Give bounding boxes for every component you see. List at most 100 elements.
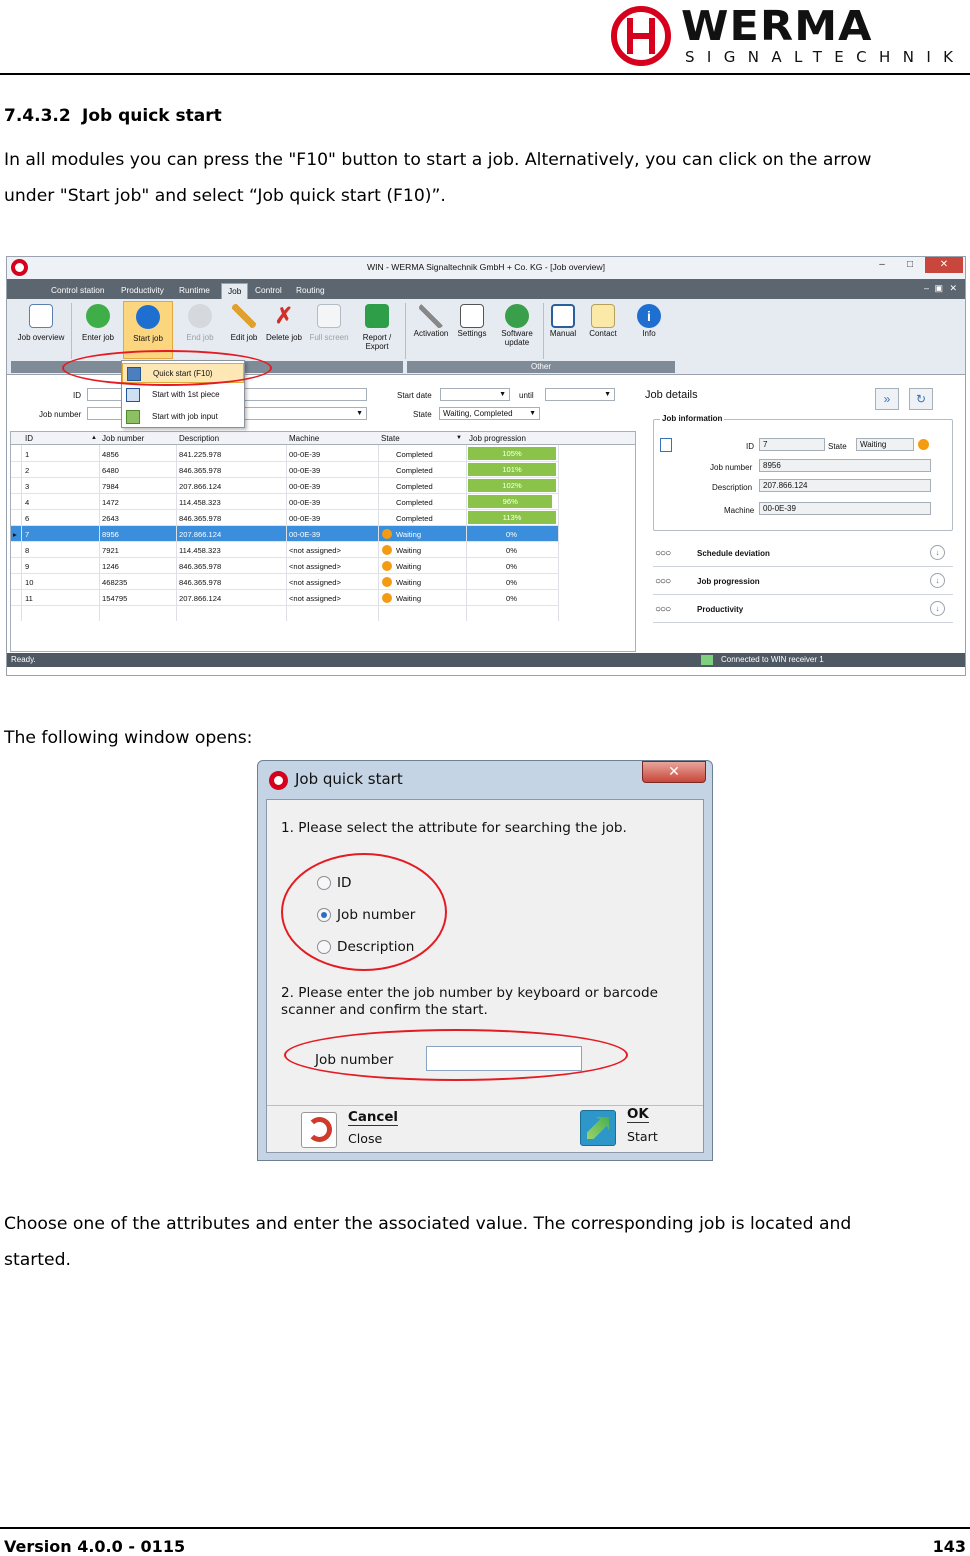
table-cell-desc: 846.365.978 — [179, 578, 222, 587]
enter-job-button[interactable]: Enter job — [73, 301, 123, 359]
table-row[interactable]: 9 1246 846.365.978 <not assigned> Waiting 0% — [11, 558, 558, 574]
cancel-button[interactable] — [301, 1112, 337, 1148]
activation-button[interactable]: Activation — [409, 301, 453, 359]
detail-job-number-label: Job number — [710, 463, 753, 472]
refresh-icon[interactable]: ↻ — [909, 388, 933, 410]
cancel-button-sublabel: Close — [348, 1131, 383, 1146]
table-row[interactable]: ▸ 7 8956 207.866.124 00-0E-39 Waiting 0% — [11, 526, 558, 542]
table-cell-machine: 00-0E-39 — [289, 482, 321, 491]
column-header-job-number[interactable]: Job number — [102, 434, 144, 443]
tab-productivity[interactable]: Productivity — [115, 283, 170, 299]
section-job-progression-label: Job progression — [697, 577, 760, 586]
job-overview-button[interactable]: Job overview — [13, 301, 69, 359]
tab-routing[interactable]: Routing — [290, 283, 331, 299]
connection-indicator-icon — [701, 655, 713, 665]
section-job-progression[interactable]: ○○○ Job progression ↓ — [653, 568, 953, 595]
menu-item-start-with-1st-piece-label: Start with 1st piece — [152, 390, 220, 399]
filter-until-input[interactable]: ▼ — [545, 388, 615, 401]
column-header-state[interactable]: State — [381, 434, 400, 443]
filter-dropdown-icon[interactable]: ▼ — [456, 435, 462, 441]
fullscreen-icon — [317, 304, 341, 328]
menu-item-start-with-1st-piece[interactable]: Start with 1st piece — [122, 385, 244, 405]
tab-job[interactable]: Job — [221, 283, 249, 299]
cancel-button-label[interactable]: Cancel — [348, 1110, 399, 1126]
column-header-job-progression[interactable]: Job progression — [469, 434, 526, 443]
column-header-id[interactable]: ID — [25, 434, 33, 443]
intro-line-1: In all modules you can press the "F10" b… — [4, 150, 872, 170]
filter-start-date-input[interactable]: ▼ — [440, 388, 510, 401]
table-cell-id: 10 — [25, 578, 34, 587]
maximize-icon[interactable]: □ — [897, 257, 923, 273]
table-cell-id: 4 — [25, 498, 30, 507]
table-row[interactable]: 11 154795 207.866.124 <not assigned> Waiting… — [11, 590, 558, 606]
list-icon — [29, 304, 53, 328]
column-header-description[interactable]: Description — [179, 434, 219, 443]
table-row[interactable]: 4 1472 114.458.323 00-0E-39 Completed 96% — [11, 494, 558, 510]
status-text: Ready. — [11, 655, 36, 664]
table-cell-desc: 207.866.124 — [179, 594, 222, 603]
edit-job-button[interactable]: Edit job — [225, 301, 263, 359]
job-input-icon — [126, 410, 140, 424]
dialog-close-icon[interactable]: ✕ — [642, 761, 706, 783]
menu-item-start-with-job-input[interactable]: Start with job input — [122, 407, 244, 427]
traffic-light-icon: ○○○ — [655, 604, 671, 615]
column-header-machine[interactable]: Machine — [289, 434, 319, 443]
table-cell-desc: 846.365.978 — [179, 562, 222, 571]
table-row[interactable]: 6 2643 846.365.978 00-0E-39 Completed 113% — [11, 510, 558, 526]
full-screen-button[interactable]: Full screen — [305, 301, 353, 359]
report-export-button[interactable]: Report / Export — [353, 301, 401, 359]
traffic-light-icon: ○○○ — [655, 548, 671, 559]
software-update-button[interactable]: Software update — [493, 301, 541, 359]
report-export-label-line2: Export — [365, 342, 389, 351]
section-schedule-deviation[interactable]: ○○○ Schedule deviation ↓ — [653, 540, 953, 567]
bottom-strip — [7, 667, 965, 675]
info-label: Info — [642, 329, 656, 338]
menu-item-start-with-job-input-label: Start with job input — [152, 412, 218, 421]
table-cell-job: 2643 — [102, 514, 119, 523]
first-piece-icon — [126, 388, 140, 402]
table-cell-progress: 0% — [506, 530, 517, 539]
collapse-all-icon[interactable]: » — [875, 388, 899, 410]
ok-button[interactable] — [580, 1110, 616, 1146]
delete-x-icon: ✗ — [274, 303, 294, 328]
table-row[interactable]: 8 7921 114.458.323 <not assigned> Waiting 0% — [11, 542, 558, 558]
table-cell-state: Completed — [396, 482, 433, 491]
manual-button[interactable]: Manual — [545, 301, 581, 359]
expand-down-icon[interactable]: ↓ — [930, 601, 945, 616]
contact-note-icon — [591, 304, 615, 328]
tab-control[interactable]: Control — [249, 283, 288, 299]
app-window-title: WIN - WERMA Signaltechnik GmbH + Co. KG … — [366, 262, 606, 272]
table-row[interactable]: 3 7984 207.866.124 00-0E-39 Completed 102% — [11, 478, 558, 494]
table-cell-machine: <not assigned> — [289, 562, 341, 571]
sort-ascending-icon: ▲ — [91, 435, 97, 441]
report-export-label: Report / Export — [353, 333, 401, 351]
delete-job-button[interactable]: ✗ Delete job — [263, 301, 305, 359]
table-cell-desc: 207.866.124 — [179, 530, 222, 539]
close-icon[interactable]: ✕ — [925, 257, 963, 273]
section-productivity[interactable]: ○○○ Productivity ↓ — [653, 596, 953, 623]
mdi-restore-icon[interactable]: ▣ — [934, 283, 943, 294]
contact-button[interactable]: Contact — [583, 301, 623, 359]
tab-control-station[interactable]: Control station — [45, 283, 111, 299]
step1-text: 1. Please select the attribute for searc… — [281, 820, 627, 836]
table-cell-progress: 0% — [506, 594, 517, 603]
settings-button[interactable]: Settings — [453, 301, 491, 359]
section-schedule-deviation-label: Schedule deviation — [697, 549, 770, 558]
info-button[interactable]: i Info — [629, 301, 669, 359]
table-cell-machine: 00-0E-39 — [289, 466, 321, 475]
minimize-icon[interactable]: – — [869, 257, 895, 273]
tab-runtime[interactable]: Runtime — [173, 283, 216, 299]
ok-button-label[interactable]: OK — [627, 1107, 649, 1123]
table-cell-job: 4856 — [102, 450, 119, 459]
mdi-close-icon[interactable]: ✕ — [949, 283, 957, 294]
table-cell-state: Completed — [396, 514, 433, 523]
filter-state-select[interactable]: Waiting, Completed ▼ — [439, 407, 540, 420]
table-cell-job: 154795 — [102, 594, 128, 603]
expand-down-icon[interactable]: ↓ — [930, 573, 945, 588]
mdi-minimize-icon[interactable]: – — [924, 283, 929, 293]
table-row[interactable]: 1 4856 841.225.978 00-0E-39 Completed 105% — [11, 446, 558, 462]
table-row[interactable]: 10 468235 846.365.978 <not assigned> Waiting… — [11, 574, 558, 590]
table-row[interactable]: 2 6480 846.365.978 00-0E-39 Completed 101% — [11, 462, 558, 478]
expand-down-icon[interactable]: ↓ — [930, 545, 945, 560]
table-cell-state: Completed — [396, 498, 433, 507]
